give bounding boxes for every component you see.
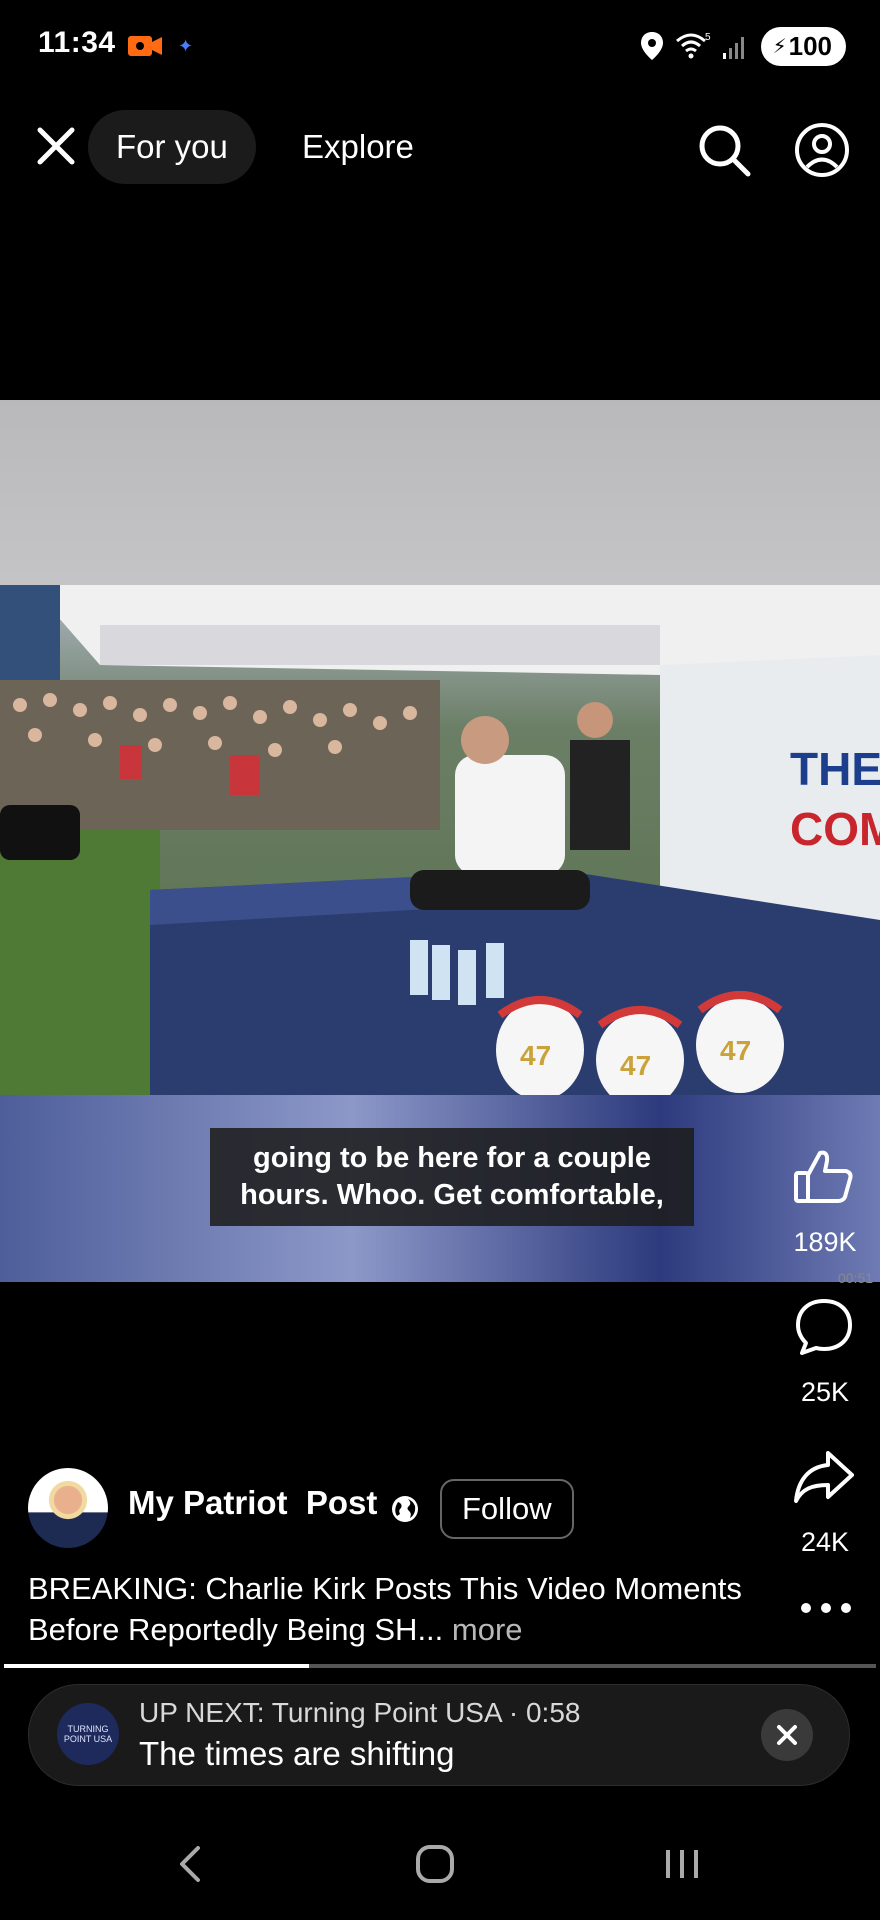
battery-indicator: ⚡ 100 <box>760 26 846 66</box>
up-next-logo: TURNING POINT USA <box>57 1703 119 1765</box>
share-count: 24K <box>800 1527 850 1557</box>
svg-text:5: 5 <box>705 32 711 43</box>
video-timestamp: 00:51 <box>838 1270 874 1286</box>
thumbs-up-icon[interactable] <box>792 1145 856 1209</box>
avatar[interactable] <box>28 1468 108 1548</box>
up-next-card[interactable]: TURNING POINT USA UP NEXT: Turning Point… <box>28 1684 850 1786</box>
subtitle-line: going to be here for a couple <box>253 1142 651 1174</box>
recent-apps-icon[interactable] <box>652 1834 712 1894</box>
globe-icon <box>392 1496 418 1522</box>
share-icon[interactable] <box>792 1445 856 1509</box>
profile-icon[interactable] <box>794 122 850 178</box>
video-frame: THE AMER COM 47 47 <box>0 585 880 1095</box>
up-next-close-button[interactable] <box>761 1709 813 1761</box>
caption-text: BREAKING: Charlie Kirk Posts This Video … <box>28 1571 742 1647</box>
status-indicators: 5 ⚡ 100 <box>639 24 846 68</box>
up-next-label: UP NEXT: Turning Point USA · 0:58 <box>139 1697 581 1728</box>
banner-text-sub: COM <box>790 803 880 855</box>
comment-count: 25K <box>800 1377 850 1407</box>
banner-text-main: THE AMER <box>790 743 880 795</box>
up-next-logo-text: TURNING POINT USA <box>63 1724 113 1744</box>
video-progress-fill <box>4 1664 310 1668</box>
hat-number: 47 <box>720 1035 751 1066</box>
screen-record-icon <box>128 36 162 56</box>
search-icon[interactable] <box>696 122 752 178</box>
hat-number: 47 <box>520 1040 551 1071</box>
like-count: 189K <box>793 1227 857 1257</box>
video-scene-illustration: THE AMER COM 47 47 <box>0 585 880 1095</box>
video-progress-bar[interactable] <box>4 1664 876 1668</box>
status-bar: 11:34 ✦ 5 ⚡ 100 <box>0 0 880 92</box>
battery-charging-icon: ⚡ <box>772 35 787 58</box>
hat-number: 47 <box>620 1050 651 1081</box>
status-time: 11:34 <box>38 26 116 59</box>
post-caption[interactable]: BREAKING: Charlie Kirk Posts This Video … <box>28 1568 768 1650</box>
back-icon[interactable] <box>160 1834 220 1894</box>
assistant-dot-icon: ✦ <box>178 36 194 56</box>
author-name[interactable]: My Patriot Post <box>128 1484 377 1522</box>
home-icon[interactable] <box>405 1834 465 1894</box>
system-navigation-bar <box>0 1806 880 1920</box>
location-icon <box>640 32 663 60</box>
follow-button[interactable]: Follow <box>440 1479 574 1539</box>
wifi-icon: 5 <box>675 32 711 59</box>
caption-more-link[interactable]: more <box>452 1612 523 1647</box>
subtitle-line: hours. Whoo. Get comfortable, <box>240 1179 664 1211</box>
video-subtitle: going to be here for a couple hours. Who… <box>210 1128 694 1226</box>
tab-explore[interactable]: Explore <box>302 110 414 184</box>
more-icon[interactable] <box>798 1596 854 1620</box>
close-icon[interactable] <box>30 120 82 172</box>
up-next-title: The times are shifting <box>139 1735 455 1772</box>
tab-for-you[interactable]: For you <box>88 110 256 184</box>
close-icon <box>777 1725 797 1745</box>
signal-icon <box>722 37 744 59</box>
battery-level: 100 <box>788 30 832 61</box>
comment-icon[interactable] <box>792 1295 856 1359</box>
